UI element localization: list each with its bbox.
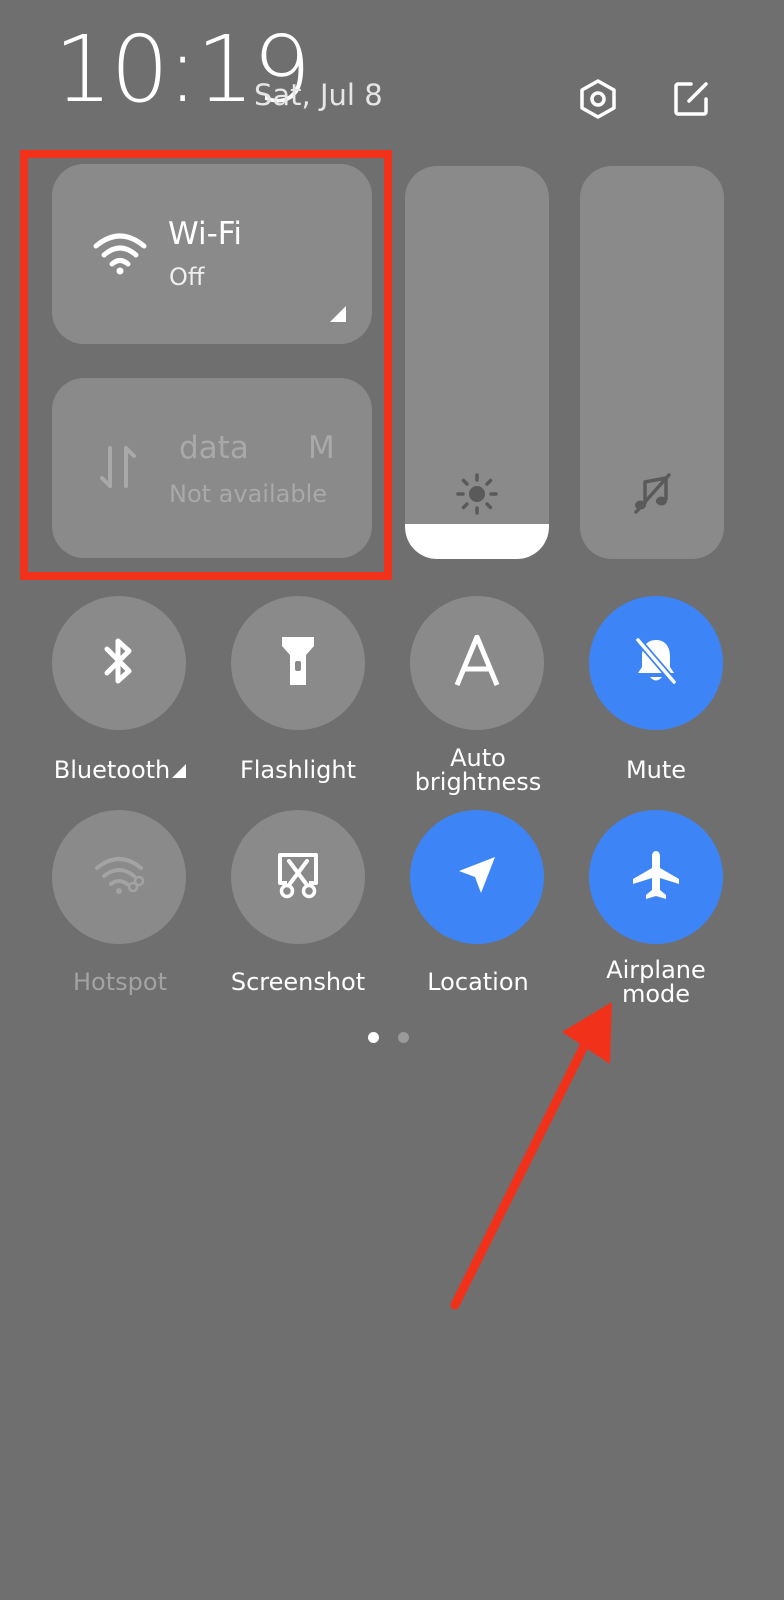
mute-toggle[interactable] [589, 596, 723, 730]
edit-icon[interactable] [666, 74, 716, 124]
page-indicator-2[interactable] [398, 1032, 409, 1043]
auto-brightness-label: Auto brightness [388, 746, 568, 794]
airplane-mode-toggle[interactable] [589, 810, 723, 944]
hotspot-toggle[interactable] [52, 810, 186, 944]
bluetooth-label-text: Bluetooth [53, 756, 171, 784]
hotspot-icon [93, 854, 145, 900]
brightness-slider[interactable] [405, 166, 549, 559]
screenshot-icon [275, 851, 321, 903]
music-off-icon [630, 472, 674, 520]
location-toggle[interactable] [410, 810, 544, 944]
page-indicator-1[interactable] [368, 1032, 379, 1043]
sun-icon [455, 472, 499, 520]
mobile-data-tile[interactable]: data M Not available [52, 378, 372, 558]
wifi-icon [92, 230, 148, 280]
airplane-mode-label: Airplane mode [566, 958, 746, 1006]
bluetooth-toggle[interactable] [52, 596, 186, 730]
airplane-mode-label-line2: mode [621, 980, 691, 1008]
screenshot-label: Screenshot [230, 968, 366, 996]
mute-label: Mute [625, 756, 687, 784]
wifi-tile[interactable]: Wi-Fi Off [52, 164, 372, 344]
auto-brightness-label-line2: brightness [414, 768, 542, 796]
date: Sat, Jul 8 [254, 78, 383, 112]
mobile-data-status: Not available [169, 480, 328, 508]
auto-brightness-toggle[interactable] [410, 596, 544, 730]
screenshot-toggle[interactable] [231, 810, 365, 944]
flashlight-icon [278, 633, 318, 693]
wifi-title: Wi-Fi [168, 216, 242, 252]
mobile-data-title-right: M [308, 430, 335, 466]
auto-brightness-icon [453, 634, 501, 691]
brightness-slider-fill [405, 523, 549, 559]
data-transfer-icon [98, 444, 138, 494]
hotspot-label: Hotspot [73, 968, 167, 996]
mobile-data-title: data [179, 430, 249, 466]
settings-icon[interactable] [573, 74, 623, 124]
flashlight-toggle[interactable] [231, 596, 365, 730]
location-label: Location [427, 968, 529, 996]
location-icon [455, 853, 499, 901]
flashlight-label: Flashlight [239, 756, 357, 784]
volume-slider[interactable] [580, 166, 724, 559]
bluetooth-icon [99, 635, 139, 691]
expand-corner-icon[interactable] [330, 306, 346, 326]
bluetooth-expand-icon [172, 764, 187, 778]
mute-bell-icon [632, 636, 680, 690]
airplane-icon [630, 849, 682, 905]
bluetooth-label: Bluetooth [30, 758, 210, 782]
wifi-status: Off [169, 263, 205, 291]
